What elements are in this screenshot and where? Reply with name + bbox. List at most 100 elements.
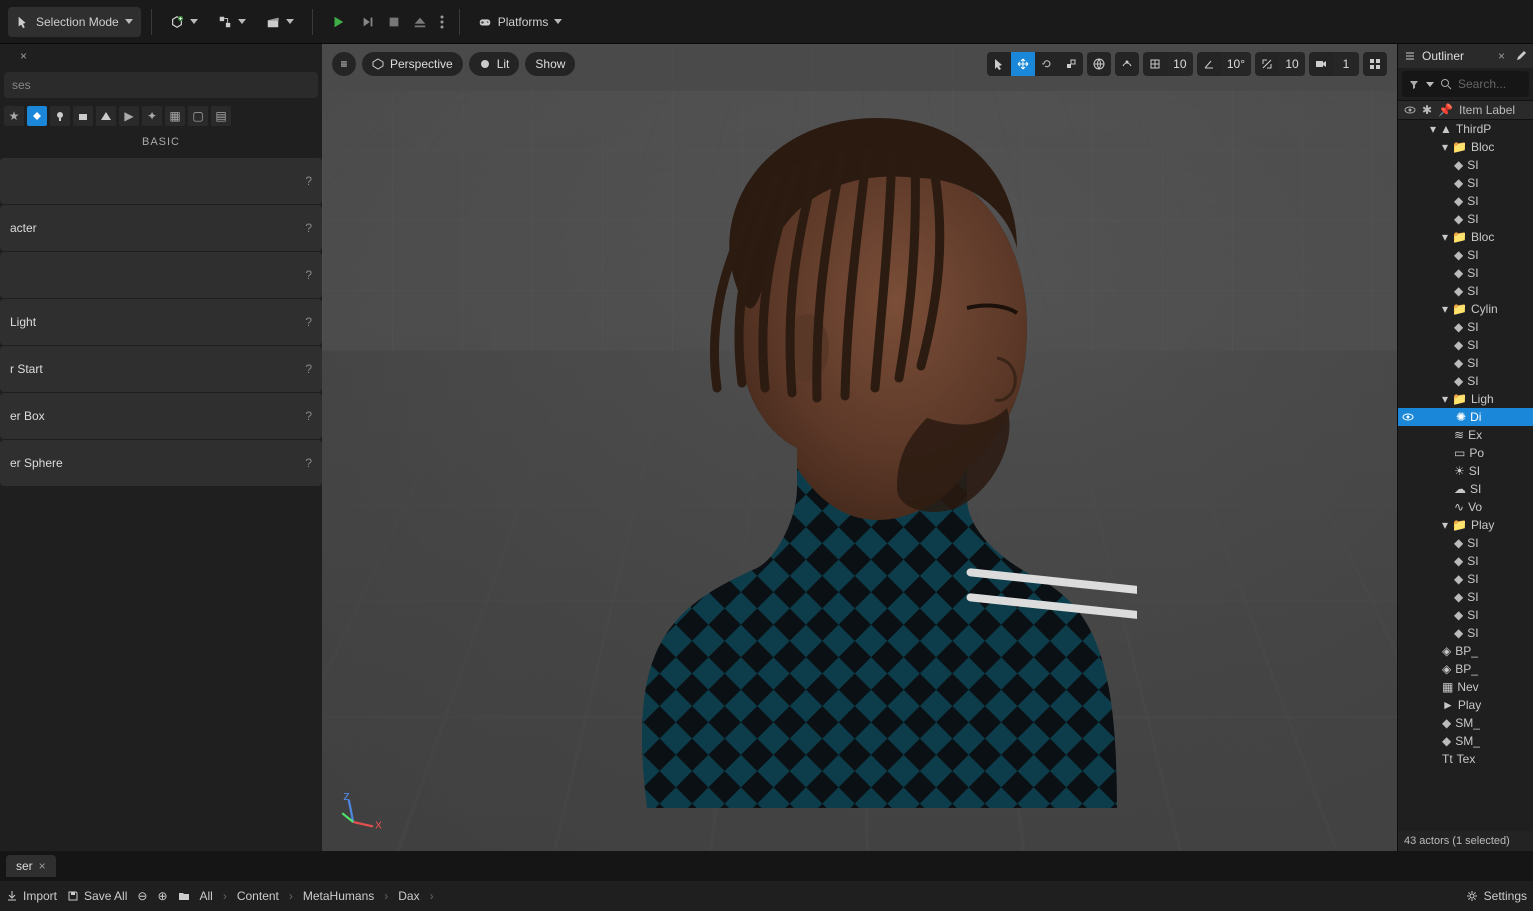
- category-recent[interactable]: ★: [4, 106, 24, 126]
- actor-item[interactable]: ?: [0, 158, 322, 204]
- category-lights[interactable]: [50, 106, 70, 126]
- outliner-row[interactable]: ◆ SI: [1398, 318, 1533, 336]
- outliner-row[interactable]: ▾ 📁 Ligh: [1398, 390, 1533, 408]
- category-cinematic[interactable]: [73, 106, 93, 126]
- outliner-row[interactable]: ▾ 📁 Bloc: [1398, 228, 1533, 246]
- grid-snap-toggle[interactable]: [1143, 52, 1167, 76]
- folder-icon[interactable]: [178, 890, 190, 902]
- outliner-tab[interactable]: Outliner ×: [1398, 44, 1533, 68]
- eye-icon[interactable]: [1404, 104, 1416, 116]
- cb-settings-button[interactable]: Settings: [1466, 889, 1527, 903]
- category-visual-fx[interactable]: ✦: [142, 106, 162, 126]
- outliner-row[interactable]: ☀ SI: [1398, 462, 1533, 480]
- star-icon[interactable]: ✱: [1422, 103, 1432, 117]
- pin-icon[interactable]: 📌: [1438, 103, 1453, 117]
- rotate-tool[interactable]: [1035, 52, 1059, 76]
- actor-item[interactable]: acter?: [0, 205, 322, 251]
- outliner-row[interactable]: ◆ SI: [1398, 588, 1533, 606]
- outliner-row[interactable]: ◆ SI: [1398, 606, 1533, 624]
- outliner-row[interactable]: ◆ SI: [1398, 534, 1533, 552]
- outliner-row[interactable]: ◆ SI: [1398, 624, 1533, 642]
- crumb-2[interactable]: MetaHumans: [303, 889, 374, 903]
- surface-snap-toggle[interactable]: [1115, 52, 1139, 76]
- outliner-row[interactable]: Tt Tex: [1398, 750, 1533, 768]
- outliner-row[interactable]: ◆ SI: [1398, 282, 1533, 300]
- outliner-row[interactable]: ◆ SI: [1398, 210, 1533, 228]
- outliner-row[interactable]: ◆ SI: [1398, 246, 1533, 264]
- filter-icon[interactable]: [1408, 78, 1420, 90]
- close-tab-button[interactable]: ×: [20, 49, 27, 63]
- scale-snap-toggle[interactable]: [1255, 52, 1279, 76]
- coord-space-toggle[interactable]: [1087, 52, 1111, 76]
- select-tool[interactable]: [987, 52, 1011, 76]
- category-geometry[interactable]: ▢: [188, 106, 208, 126]
- crumb-0[interactable]: All: [200, 889, 213, 903]
- panel-tab[interactable]: ×: [0, 44, 322, 68]
- actor-item[interactable]: Light?: [0, 299, 322, 345]
- history-fwd-button[interactable]: ⊕: [157, 889, 167, 903]
- outliner-row[interactable]: ∿ Vo: [1398, 498, 1533, 516]
- outliner-row[interactable]: ▾ ▲ ThirdP: [1398, 120, 1533, 138]
- translate-tool[interactable]: [1011, 52, 1035, 76]
- camera-speed-button[interactable]: [1309, 52, 1333, 76]
- grid-snap-value[interactable]: 10: [1167, 52, 1193, 76]
- help-icon[interactable]: ?: [305, 409, 312, 423]
- outliner-row[interactable]: ◆ SI: [1398, 192, 1533, 210]
- crumb-3[interactable]: Dax: [398, 889, 419, 903]
- outliner-row[interactable]: ◈ BP_: [1398, 642, 1533, 660]
- outliner-row[interactable]: ☁ SI: [1398, 480, 1533, 498]
- actor-item[interactable]: r Start?: [0, 346, 322, 392]
- show-dropdown[interactable]: Show: [525, 52, 575, 76]
- crumb-1[interactable]: Content: [237, 889, 279, 903]
- selection-mode-dropdown[interactable]: Selection Mode: [8, 7, 141, 37]
- play-step-button[interactable]: [357, 7, 379, 37]
- help-icon[interactable]: ?: [305, 174, 312, 188]
- help-icon[interactable]: ?: [305, 268, 312, 282]
- outliner-row[interactable]: ◆ SI: [1398, 336, 1533, 354]
- outliner-row[interactable]: ≋ Ex: [1398, 426, 1533, 444]
- add-content-button[interactable]: [162, 7, 206, 37]
- outliner-row[interactable]: ◆ SM_: [1398, 714, 1533, 732]
- history-back-button[interactable]: ⊖: [137, 889, 147, 903]
- outliner-row[interactable]: ▦ Nev: [1398, 678, 1533, 696]
- outliner-row[interactable]: ◆ SM_: [1398, 732, 1533, 750]
- perspective-dropdown[interactable]: Perspective: [362, 52, 463, 76]
- platforms-dropdown[interactable]: Platforms: [470, 7, 571, 37]
- actor-item[interactable]: ?: [0, 252, 322, 298]
- stop-button[interactable]: [383, 7, 405, 37]
- help-icon[interactable]: ?: [305, 362, 312, 376]
- save-all-button[interactable]: Save All: [67, 889, 127, 903]
- category-shapes[interactable]: [96, 106, 116, 126]
- outliner-row[interactable]: ◆ SI: [1398, 570, 1533, 588]
- outliner-row[interactable]: ✺ Di: [1398, 408, 1533, 426]
- lit-mode-dropdown[interactable]: Lit: [469, 52, 520, 76]
- blueprints-button[interactable]: [210, 7, 254, 37]
- help-icon[interactable]: ?: [305, 315, 312, 329]
- content-browser-tab[interactable]: ser ×: [6, 855, 56, 877]
- help-icon[interactable]: ?: [305, 456, 312, 470]
- close-tab-button[interactable]: ×: [39, 859, 46, 873]
- outliner-search[interactable]: Search...: [1402, 71, 1529, 97]
- outliner-row[interactable]: ◆ SI: [1398, 264, 1533, 282]
- outliner-row[interactable]: ◆ SI: [1398, 156, 1533, 174]
- outliner-row[interactable]: ▾ 📁 Play: [1398, 516, 1533, 534]
- scale-tool[interactable]: [1059, 52, 1083, 76]
- viewport[interactable]: ≡ Perspective Lit Show: [322, 44, 1397, 851]
- outliner-row[interactable]: ◈ BP_: [1398, 660, 1533, 678]
- outliner-row[interactable]: ◆ SI: [1398, 552, 1533, 570]
- outliner-row[interactable]: ▾ 📁 Bloc: [1398, 138, 1533, 156]
- eject-button[interactable]: [409, 7, 431, 37]
- category-basic[interactable]: [27, 106, 47, 126]
- angle-snap-toggle[interactable]: [1197, 52, 1221, 76]
- outliner-row[interactable]: ▭ Po: [1398, 444, 1533, 462]
- outliner-row[interactable]: ◆ SI: [1398, 372, 1533, 390]
- cinematics-button[interactable]: [258, 7, 302, 37]
- play-options-button[interactable]: [435, 7, 449, 37]
- outliner-row[interactable]: ◆ SI: [1398, 354, 1533, 372]
- actor-item[interactable]: er Sphere?: [0, 440, 322, 486]
- outliner-row[interactable]: ◆ SI: [1398, 174, 1533, 192]
- import-button[interactable]: Import: [6, 889, 57, 903]
- close-tab-button[interactable]: ×: [1498, 49, 1505, 63]
- viewport-layout-toggle[interactable]: [1363, 52, 1387, 76]
- help-icon[interactable]: ?: [305, 221, 312, 235]
